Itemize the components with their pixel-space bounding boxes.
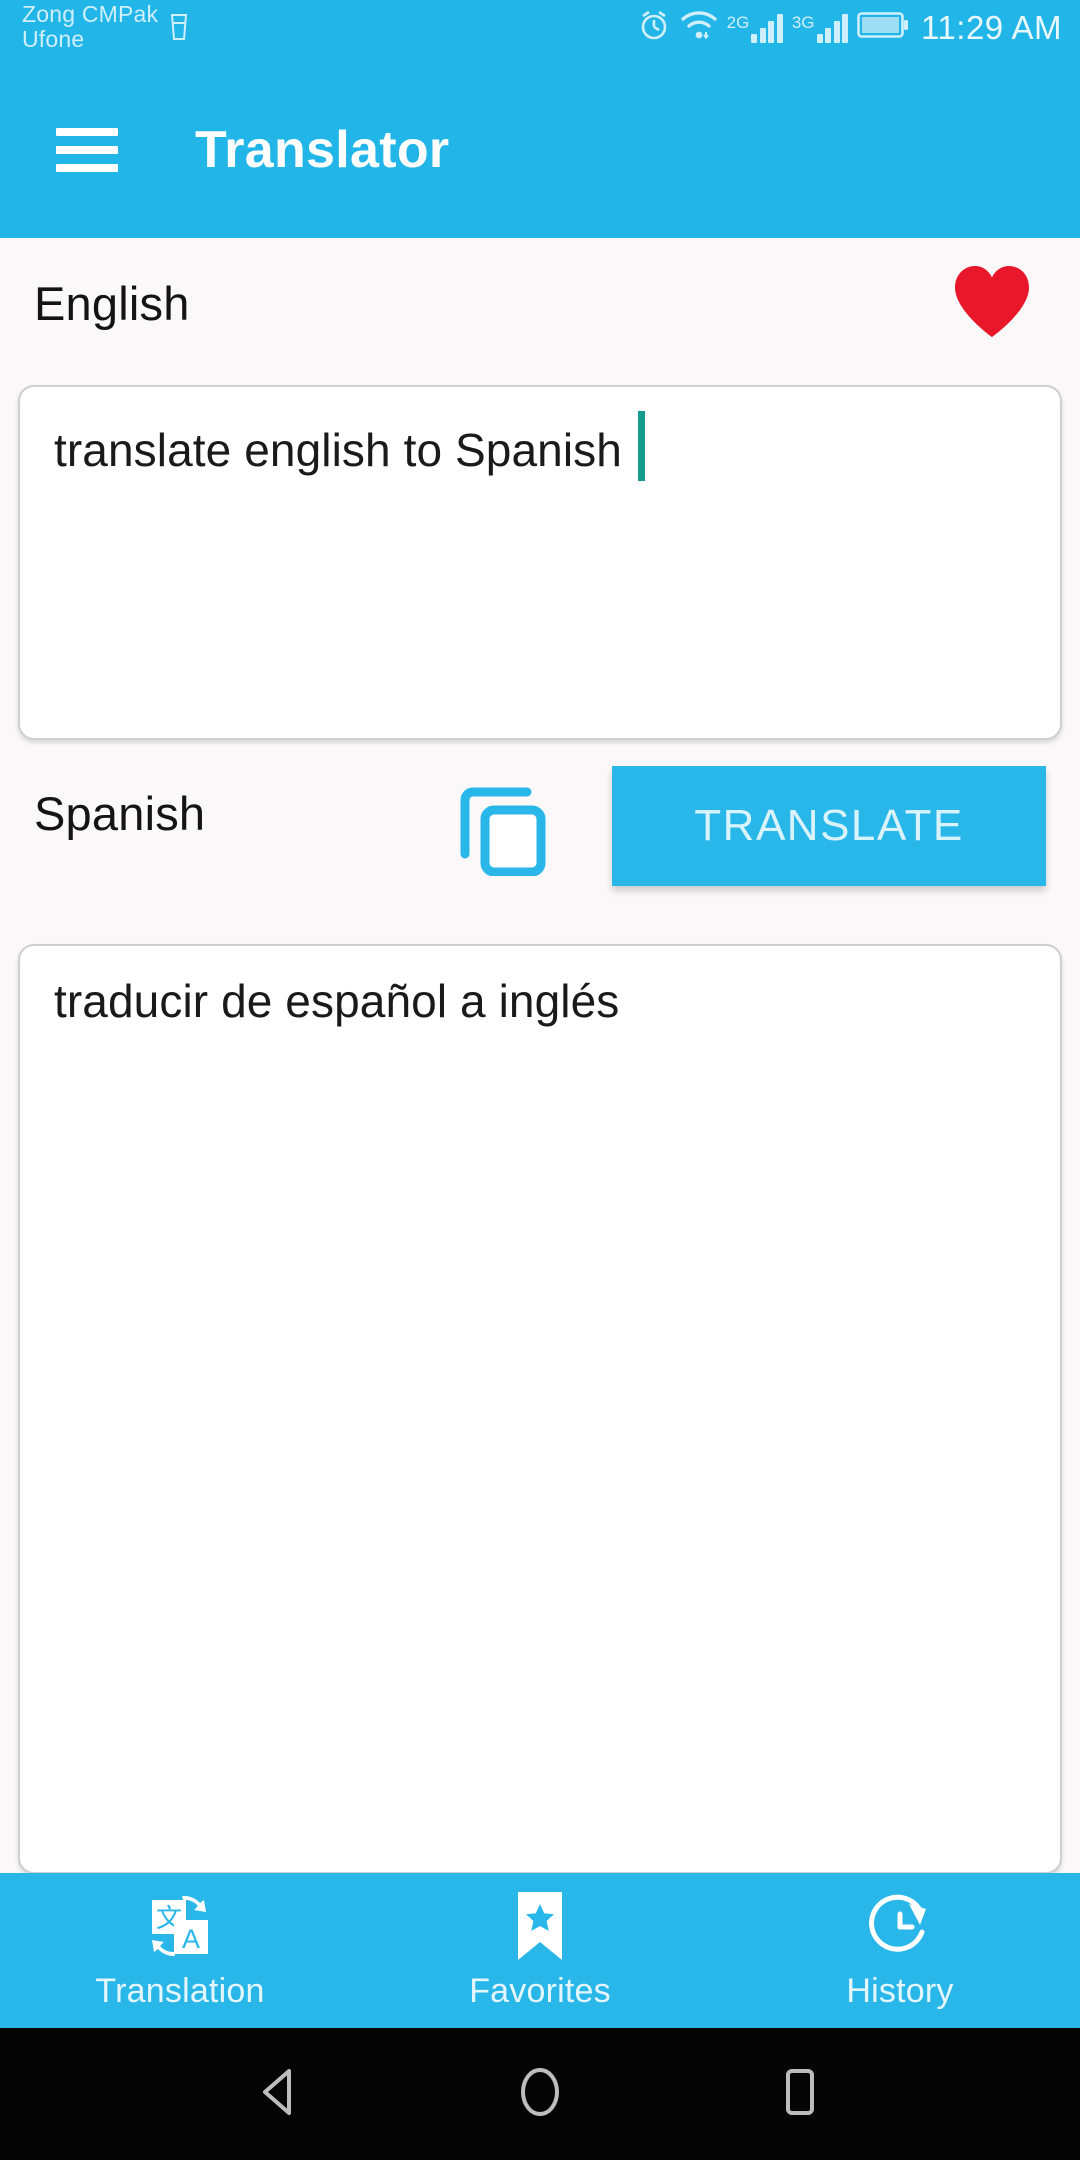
recents-square-icon[interactable] — [769, 2061, 831, 2128]
target-text-value: traducir de español a inglés — [54, 975, 620, 1027]
nav-label-translation: Translation — [95, 1972, 265, 2010]
source-text-field[interactable]: translate english to Spanish — [18, 385, 1062, 740]
signal-3g-label: 3G — [791, 12, 815, 32]
carrier-name-2: Ufone — [22, 25, 85, 52]
source-text-value[interactable]: translate english to Spanish — [54, 423, 622, 477]
signal-bars-icon — [816, 13, 849, 43]
carrier-name-1: Zong CMPak — [22, 1, 159, 27]
copy-icon[interactable] — [455, 780, 551, 877]
signal-2g-label: 2G — [726, 12, 750, 32]
carrier-names: Zong CMPak Ufone — [22, 2, 158, 52]
carrier-info: Zong CMPak Ufone — [22, 2, 190, 52]
nav-label-favorites: Favorites — [469, 1972, 611, 2010]
target-text-field[interactable]: traducir de español a inglés — [18, 944, 1062, 1874]
battery-full-icon — [857, 10, 909, 45]
svg-text:A: A — [182, 1924, 200, 1954]
nav-item-history[interactable]: History — [720, 1873, 1080, 2028]
translate-button[interactable]: TRANSLATE — [612, 766, 1046, 886]
status-bar: Zong CMPak Ufone 2G 3G 11:29 AM — [0, 0, 1080, 62]
home-circle-icon[interactable] — [509, 2061, 571, 2128]
back-triangle-icon[interactable] — [249, 2061, 311, 2128]
status-clock: 11:29 AM — [921, 8, 1062, 46]
alarm-icon — [637, 8, 671, 47]
signal-bars-icon — [751, 13, 783, 43]
bookmark-star-icon — [512, 1890, 568, 1962]
target-language-label[interactable]: Spanish — [34, 786, 205, 841]
wifi-icon — [680, 8, 718, 47]
heart-icon[interactable] — [952, 264, 1032, 345]
bottom-navigation: 文 A Translation Favorites History — [0, 1873, 1080, 2028]
nav-item-translation[interactable]: 文 A Translation — [0, 1873, 360, 2028]
target-language-row: Spanish TRANSLATE — [0, 748, 1080, 886]
main-content: English translate english to Spanish Spa… — [0, 238, 1080, 1874]
menu-bar-3 — [56, 164, 118, 172]
menu-bar-2 — [56, 146, 118, 154]
text-cursor — [637, 411, 645, 481]
cup-icon — [168, 12, 190, 47]
app-bar: Translator — [0, 62, 1080, 238]
status-icons: 2G 3G 11:29 AM — [637, 8, 1062, 47]
signal-2g: 2G — [727, 13, 783, 43]
history-clock-icon — [864, 1890, 936, 1962]
page-title: Translator — [195, 121, 450, 179]
signal-3g: 3G — [791, 12, 849, 43]
translate-icon: 文 A — [144, 1890, 216, 1962]
hamburger-menu-icon[interactable] — [56, 128, 118, 172]
system-navigation-bar — [0, 2028, 1080, 2160]
source-language-label[interactable]: English — [34, 276, 190, 331]
menu-bar-1 — [56, 128, 118, 136]
nav-item-favorites[interactable]: Favorites — [360, 1873, 720, 2028]
nav-label-history: History — [846, 1972, 954, 2010]
source-language-row: English — [0, 248, 1080, 358]
